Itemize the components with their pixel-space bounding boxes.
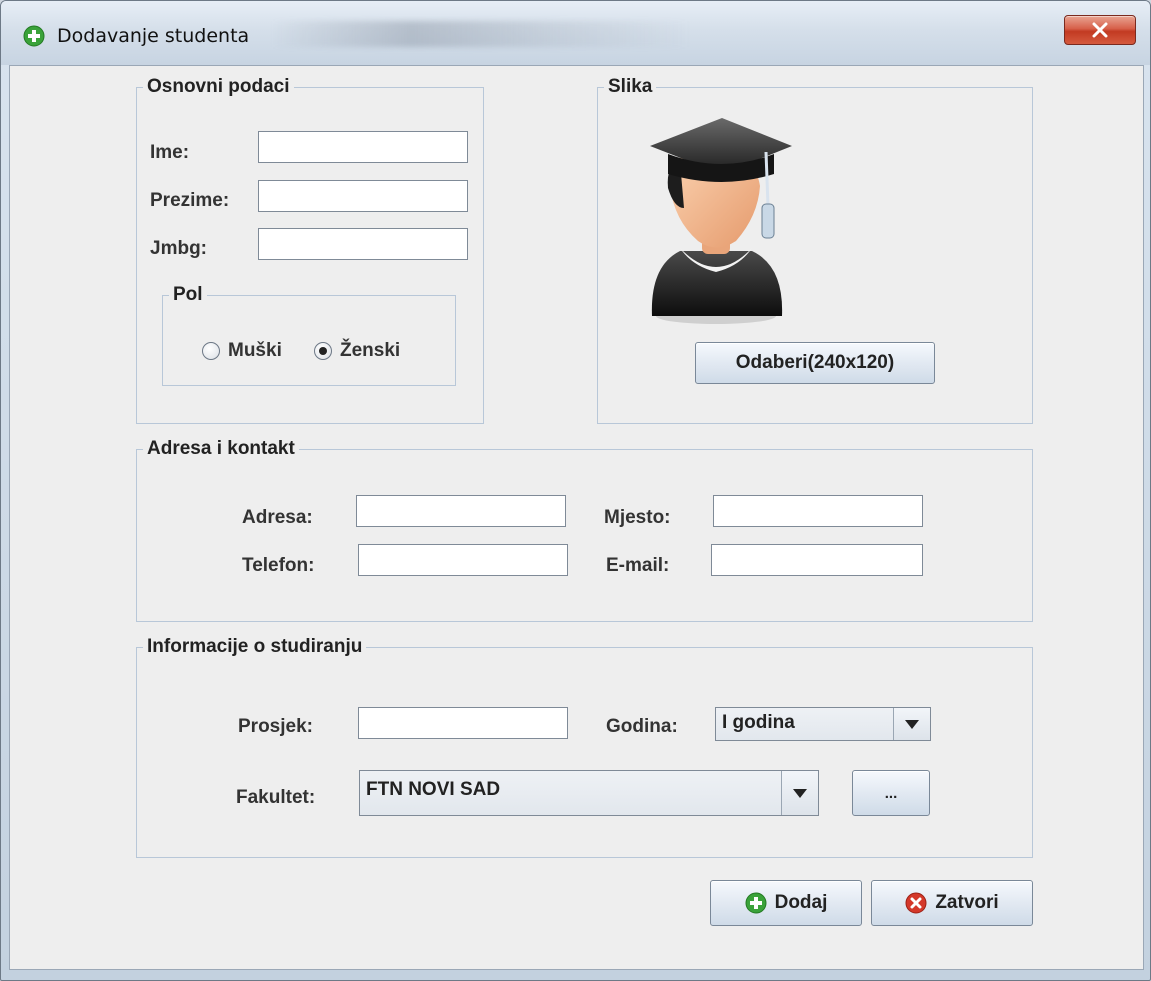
radio-button-female[interactable]	[314, 342, 332, 360]
close-button[interactable]: Zatvori	[871, 880, 1033, 926]
prezime-field[interactable]	[258, 180, 468, 212]
blurred-background-menu	[271, 21, 691, 47]
close-button-label: Zatvori	[935, 892, 999, 913]
cancel-icon	[905, 892, 927, 914]
add-button-label: Dodaj	[774, 892, 828, 913]
study-info-group: Informacije o studiranju	[136, 636, 1033, 858]
add-icon	[745, 892, 767, 914]
chevron-down-icon	[905, 719, 919, 729]
gender-option-male[interactable]: Muški	[202, 340, 282, 362]
gender-group: Pol	[162, 284, 456, 386]
godina-dropdown[interactable]: I godina	[715, 707, 931, 741]
ime-label: Ime:	[150, 142, 190, 163]
dialog-window: Dodavanje studenta Osnovni podaci Ime: P…	[0, 0, 1151, 981]
picture-legend: Slika	[608, 76, 653, 97]
window-title: Dodavanje studenta	[57, 25, 250, 47]
mjesto-label: Mjesto:	[604, 507, 671, 528]
adresa-field[interactable]	[356, 495, 566, 527]
basic-info-legend: Osnovni podaci	[147, 76, 290, 97]
fakultet-label: Fakultet:	[236, 787, 316, 808]
ime-field[interactable]	[258, 131, 468, 163]
fakultet-browse-button[interactable]: ...	[852, 770, 930, 816]
telefon-label: Telefon:	[242, 555, 315, 576]
gender-male-label: Muški	[228, 340, 282, 361]
gender-option-female[interactable]: Ženski	[314, 340, 400, 362]
jmbg-label: Jmbg:	[150, 238, 207, 259]
prosjek-label: Prosjek:	[238, 716, 313, 737]
choose-picture-button[interactable]: Odaberi(240x120)	[695, 342, 935, 384]
add-button[interactable]: Dodaj	[710, 880, 862, 926]
address-contact-legend: Adresa i kontakt	[147, 438, 295, 459]
gender-female-label: Ženski	[340, 340, 401, 361]
adresa-label: Adresa:	[242, 507, 313, 528]
prezime-label: Prezime:	[150, 190, 230, 211]
window-close-button[interactable]	[1064, 15, 1136, 45]
gender-legend: Pol	[173, 284, 203, 305]
telefon-field[interactable]	[358, 544, 568, 576]
title-bar[interactable]: Dodavanje studenta	[1, 1, 1150, 65]
study-info-legend: Informacije o studiranju	[147, 636, 363, 657]
radio-button-male[interactable]	[202, 342, 220, 360]
email-field[interactable]	[711, 544, 923, 576]
prosjek-field[interactable]	[358, 707, 568, 739]
mjesto-field[interactable]	[713, 495, 923, 527]
close-icon	[1092, 22, 1108, 38]
fakultet-selected-value: FTN NOVI SAD	[360, 771, 782, 815]
fakultet-dropdown[interactable]: FTN NOVI SAD	[359, 770, 819, 816]
godina-label: Godina:	[606, 716, 678, 737]
chevron-down-icon	[793, 788, 807, 798]
address-contact-group: Adresa i kontakt	[136, 438, 1033, 622]
godina-selected-value: I godina	[716, 708, 894, 740]
email-label: E-mail:	[606, 555, 670, 576]
add-icon	[23, 25, 45, 47]
dialog-content: Osnovni podaci Ime: Prezime: Jmbg: Pol M…	[9, 65, 1144, 970]
student-avatar-image	[650, 118, 792, 324]
fakultet-dropdown-arrow[interactable]	[782, 771, 818, 815]
godina-dropdown-arrow[interactable]	[894, 708, 930, 740]
jmbg-field[interactable]	[258, 228, 468, 260]
